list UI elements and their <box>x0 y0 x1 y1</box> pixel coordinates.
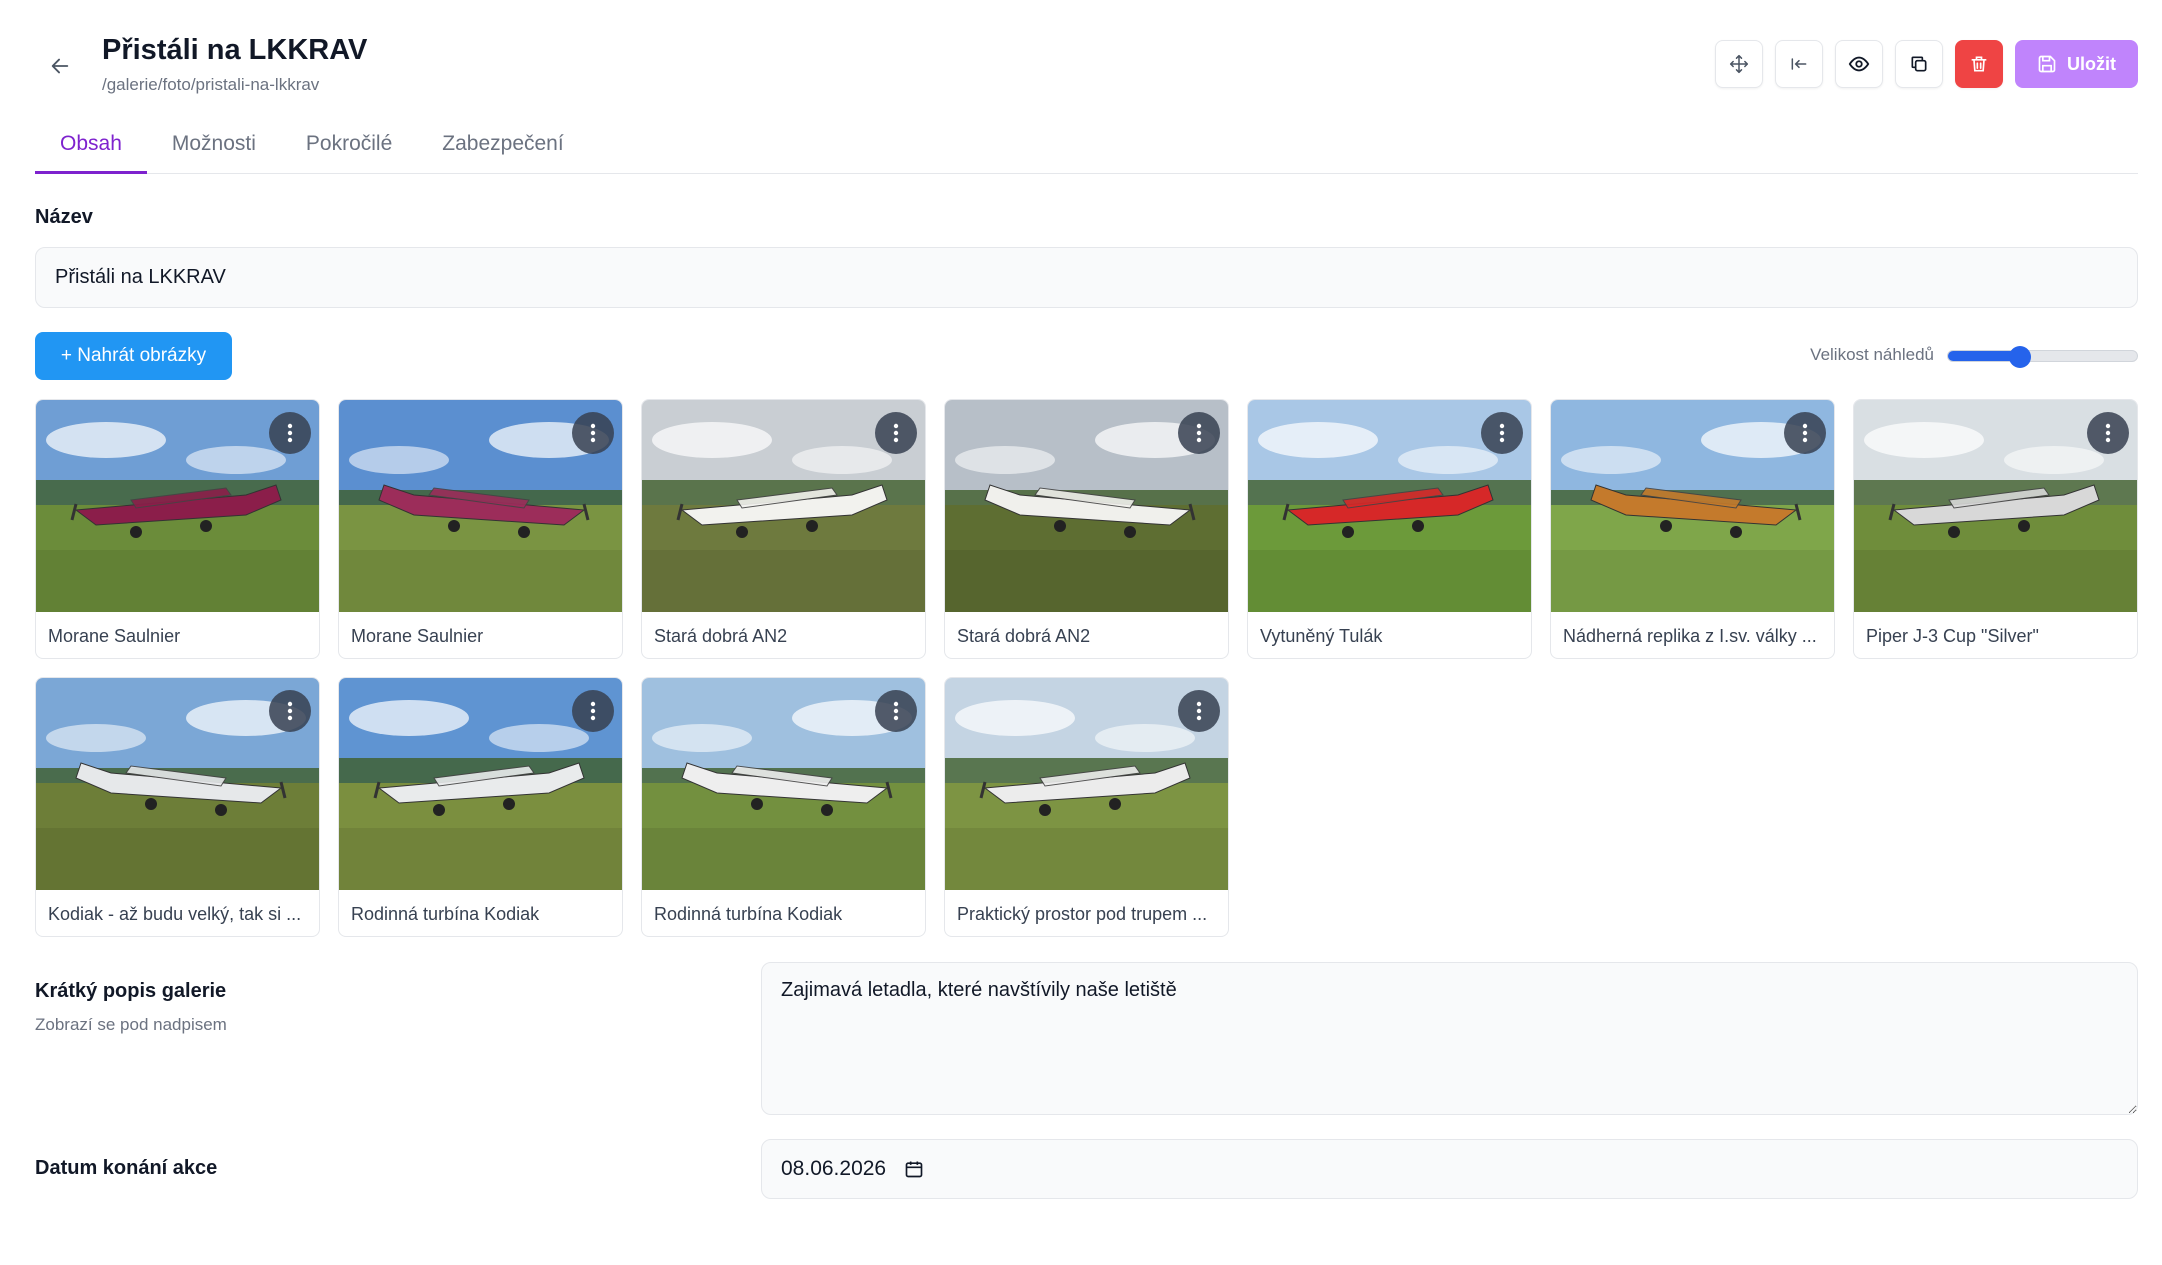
save-button[interactable]: Uložit <box>2015 40 2138 88</box>
image-thumbnail[interactable] <box>945 400 1228 612</box>
date-value: 08.06.2026 <box>781 1157 887 1180</box>
tab-security[interactable]: Zabezpečení <box>417 126 588 174</box>
arrow-to-left-icon <box>1791 58 1807 70</box>
image-caption: Rodinná turbína Kodiak <box>654 903 843 924</box>
description-textarea[interactable]: Zajimavá letadla, které navštívily naše … <box>761 962 2138 1115</box>
copy-icon <box>1911 56 1927 72</box>
image-card[interactable]: Stará dobrá AN2 <box>944 399 1229 659</box>
image-caption: Kodiak - až budu velký, tak si ... <box>48 903 302 924</box>
thumbnail-size-label: Velikost náhledů <box>1810 345 1934 364</box>
thumbnail-size-slider[interactable] <box>1947 346 2138 368</box>
move-icon <box>1729 54 1749 74</box>
image-thumbnail[interactable] <box>1551 400 1834 612</box>
image-grid: Morane Saulnier Morane Saulnier Stará dobr… <box>35 399 2145 937</box>
more-vertical-icon[interactable] <box>269 690 311 732</box>
more-vertical-icon[interactable] <box>572 412 614 454</box>
image-thumbnail[interactable] <box>339 678 622 890</box>
date-label: Datum konání akce <box>35 1157 218 1179</box>
image-thumbnail[interactable] <box>642 678 925 890</box>
image-card[interactable]: Praktický prostor pod trupem ... <box>944 677 1229 937</box>
name-input[interactable] <box>35 247 2138 308</box>
more-vertical-icon[interactable] <box>875 412 917 454</box>
tab-bar: Obsah Možnosti Pokročilé Zabezpečení <box>35 126 2138 174</box>
name-label: Název <box>35 206 93 228</box>
calendar-icon[interactable] <box>904 1159 924 1179</box>
image-card[interactable]: Kodiak - až budu velký, tak si ... <box>35 677 320 937</box>
toolbar: Uložit <box>1715 40 2138 88</box>
image-caption: Praktický prostor pod trupem ... <box>957 903 1208 924</box>
tab-advanced[interactable]: Pokročilé <box>281 126 417 174</box>
image-card[interactable]: Nádherná replika z I.sv. války ... <box>1550 399 1835 659</box>
more-vertical-icon[interactable] <box>1178 690 1220 732</box>
save-label: Uložit <box>2067 53 2116 74</box>
image-thumbnail[interactable] <box>1854 400 2137 612</box>
collapse-button[interactable] <box>1775 40 1823 88</box>
image-card[interactable]: Morane Saulnier <box>35 399 320 659</box>
description-label: Krátký popis galerie <box>35 980 227 1002</box>
upload-images-button[interactable]: + Nahrát obrázky <box>35 332 232 380</box>
image-caption: Piper J-3 Cup "Silver" <box>1866 625 2039 646</box>
tab-content[interactable]: Obsah <box>35 126 147 174</box>
slider-thumb[interactable] <box>2008 346 2031 368</box>
image-card[interactable]: Morane Saulnier <box>338 399 623 659</box>
page-path: /galerie/foto/pristali-na-lkkrav <box>102 75 320 94</box>
date-field[interactable]: 08.06.2026 <box>761 1139 2138 1199</box>
preview-button[interactable] <box>1835 40 1883 88</box>
image-caption: Stará dobrá AN2 <box>957 625 1091 646</box>
image-card[interactable]: Rodinná turbína Kodiak <box>641 677 926 937</box>
image-card[interactable]: Rodinná turbína Kodiak <box>338 677 623 937</box>
image-thumbnail[interactable] <box>1248 400 1531 612</box>
more-vertical-icon[interactable] <box>1178 412 1220 454</box>
image-caption: Morane Saulnier <box>48 625 181 646</box>
more-vertical-icon[interactable] <box>572 690 614 732</box>
more-vertical-icon[interactable] <box>1784 412 1826 454</box>
image-thumbnail[interactable] <box>945 678 1228 890</box>
description-hint: Zobrazí se pod nadpisem <box>35 1015 227 1034</box>
image-caption: Rodinná turbína Kodiak <box>351 903 540 924</box>
page-title: Přistáli na LKKRAV <box>102 34 368 66</box>
delete-button[interactable] <box>1955 40 2003 88</box>
image-caption: Stará dobrá AN2 <box>654 625 788 646</box>
trash-icon <box>1971 56 1987 72</box>
more-vertical-icon[interactable] <box>1481 412 1523 454</box>
move-button[interactable] <box>1715 40 1763 88</box>
image-caption: Vytuněný Tulák <box>1260 625 1383 646</box>
eye-icon <box>1848 56 1870 72</box>
more-vertical-icon[interactable] <box>269 412 311 454</box>
gallery-editor-page: Přistáli na LKKRAV /galerie/foto/pristal… <box>0 0 2162 1265</box>
image-thumbnail[interactable] <box>36 400 319 612</box>
duplicate-button[interactable] <box>1895 40 1943 88</box>
image-caption: Morane Saulnier <box>351 625 484 646</box>
image-thumbnail[interactable] <box>642 400 925 612</box>
image-thumbnail[interactable] <box>36 678 319 890</box>
image-caption: Nádherná replika z I.sv. války ... <box>1563 625 1817 646</box>
more-vertical-icon[interactable] <box>875 690 917 732</box>
tab-options[interactable]: Možnosti <box>147 126 281 174</box>
image-card[interactable]: Vytuněný Tulák <box>1247 399 1532 659</box>
back-arrow-icon[interactable] <box>44 50 76 82</box>
image-card[interactable]: Piper J-3 Cup "Silver" <box>1853 399 2138 659</box>
more-vertical-icon[interactable] <box>2087 412 2129 454</box>
floppy-disk-icon <box>2038 55 2056 73</box>
image-card[interactable]: Stará dobrá AN2 <box>641 399 926 659</box>
image-thumbnail[interactable] <box>339 400 622 612</box>
